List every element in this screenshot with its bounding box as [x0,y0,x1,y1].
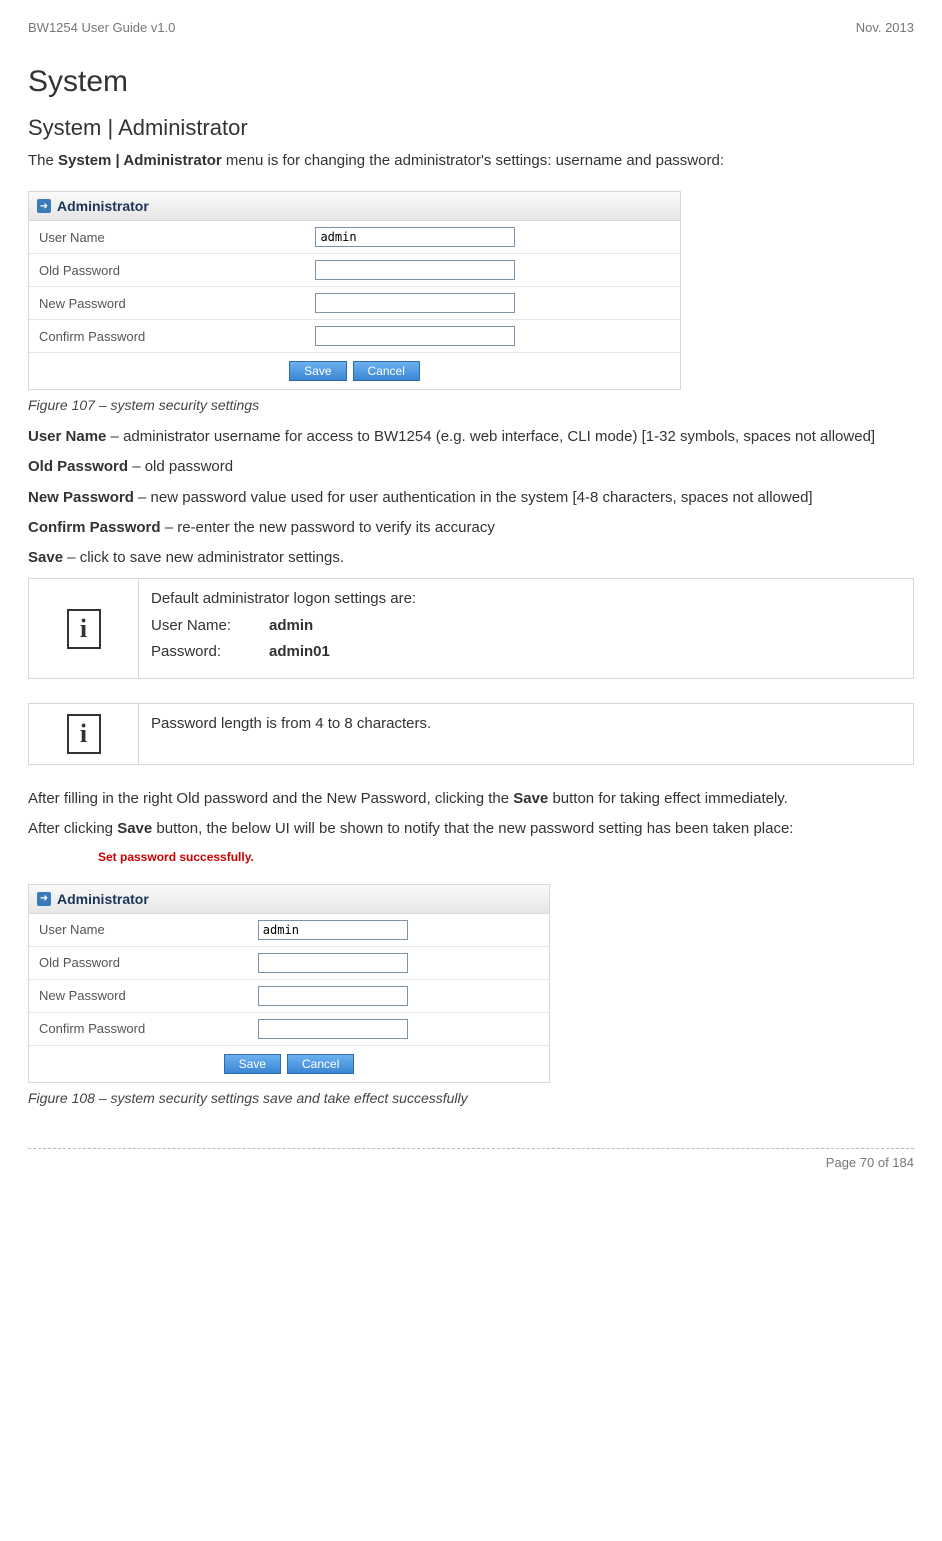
row-old-password-2: Old Password [29,947,549,980]
def-oldpw-term: Old Password [28,458,128,475]
def-save-text: – click to save new administrator settin… [63,549,344,566]
row-username: User Name [29,221,680,254]
row-new-password: New Password [29,287,680,320]
new-password-label-2: New Password [29,980,258,1011]
doc-date: Nov. 2013 [856,20,914,35]
info-box-defaults: i Default administrator logon settings a… [28,578,914,679]
new-password-label: New Password [29,288,315,319]
info-body-2: Password length is from 4 to 8 character… [139,704,914,765]
after1-post: button for taking effect immediately. [548,790,788,807]
confirm-password-input-2[interactable] [258,1019,408,1039]
info-default-pass: Password: admin01 [151,642,901,662]
cancel-button[interactable]: Cancel [353,361,420,381]
info-user-key: User Name: [151,616,251,636]
page-header: BW1254 User Guide v1.0 Nov. 2013 [28,20,914,35]
def-username-term: User Name [28,428,106,445]
info-pass-val: admin01 [269,642,330,662]
old-password-label-2: Old Password [29,947,258,978]
after1-pre: After filling in the right Old password … [28,790,513,807]
panel-header-2: ➜ Administrator [29,885,549,914]
def-username: User Name – administrator username for a… [28,427,914,447]
save-button[interactable]: Save [289,361,346,381]
def-newpw-term: New Password [28,489,134,506]
info-default-user: User Name: admin [151,616,901,636]
info-icon-glyph: i [80,614,87,644]
info-icon-cell: i [29,579,139,679]
info-length-text: Password length is from 4 to 8 character… [151,714,901,734]
intro-bold: System | Administrator [58,152,222,169]
heading-system: System [28,65,914,99]
intro-pre: The [28,152,58,169]
def-oldpw: Old Password – old password [28,457,914,477]
after2-bold: Save [117,820,152,837]
old-password-label: Old Password [29,255,315,286]
old-password-input-2[interactable] [258,953,408,973]
def-confirm-term: Confirm Password [28,519,161,536]
def-save-term: Save [28,549,63,566]
after1-bold: Save [513,790,548,807]
info-user-val: admin [269,616,313,636]
row-new-password-2: New Password [29,980,549,1013]
username-label: User Name [29,222,315,253]
confirm-password-input[interactable] [315,326,515,346]
row-username-2: User Name [29,914,549,947]
def-confirm-text: – re-enter the new password to verify it… [161,519,495,536]
after2-post: button, the below UI will be shown to no… [152,820,793,837]
button-row-2: Save Cancel [29,1046,549,1082]
panel-title-2: Administrator [57,891,149,907]
info-icon: i [67,609,101,649]
info-default-heading: Default administrator logon settings are… [151,589,901,609]
intro-post: menu is for changing the administrator's… [222,152,724,169]
def-newpw-text: – new password value used for user authe… [134,489,813,506]
panel-title: Administrator [57,198,149,214]
info-pass-key: Password: [151,642,251,662]
figure-107-caption: Figure 107 – system security settings [28,396,914,415]
row-old-password: Old Password [29,254,680,287]
row-confirm-password-2: Confirm Password [29,1013,549,1046]
administrator-panel: ➜ Administrator User Name Old Password N… [28,191,681,390]
after2-pre: After clicking [28,820,117,837]
page-footer: Page 70 of 184 [28,1148,914,1170]
panel-header: ➜ Administrator [29,192,680,221]
new-password-input[interactable] [315,293,515,313]
info-icon-glyph: i [80,719,87,749]
new-password-input-2[interactable] [258,986,408,1006]
figure-108-caption: Figure 108 – system security settings sa… [28,1089,914,1108]
intro-paragraph: The System | Administrator menu is for c… [28,151,914,171]
def-newpw: New Password – new password value used f… [28,488,914,508]
success-message: Set password successfully. [98,850,914,864]
collapse-icon[interactable]: ➜ [37,199,51,213]
def-username-text: – administrator username for access to B… [106,428,875,445]
def-oldpw-text: – old password [128,458,233,475]
username-input[interactable] [315,227,515,247]
administrator-panel-result: ➜ Administrator User Name Old Password N… [28,884,550,1083]
after-para-1: After filling in the right Old password … [28,789,914,809]
collapse-icon[interactable]: ➜ [37,892,51,906]
confirm-password-label-2: Confirm Password [29,1013,258,1044]
row-confirm-password: Confirm Password [29,320,680,353]
button-row: Save Cancel [29,353,680,389]
info-box-length: i Password length is from 4 to 8 charact… [28,703,914,765]
after-para-2: After clicking Save button, the below UI… [28,819,914,839]
def-confirm: Confirm Password – re-enter the new pass… [28,518,914,538]
info-body: Default administrator logon settings are… [139,579,914,679]
username-label-2: User Name [29,914,258,945]
info-icon: i [67,714,101,754]
cancel-button-2[interactable]: Cancel [287,1054,354,1074]
username-input-2[interactable] [258,920,408,940]
def-save: Save – click to save new administrator s… [28,548,914,568]
save-button-2[interactable]: Save [224,1054,281,1074]
confirm-password-label: Confirm Password [29,321,315,352]
info-icon-cell-2: i [29,704,139,765]
heading-system-admin: System | Administrator [28,115,914,141]
old-password-input[interactable] [315,260,515,280]
doc-title: BW1254 User Guide v1.0 [28,20,175,35]
